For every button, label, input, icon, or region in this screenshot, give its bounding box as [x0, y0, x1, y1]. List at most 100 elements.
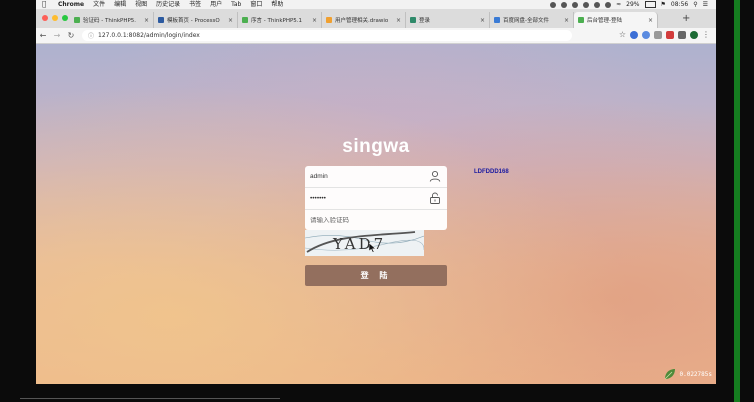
password-input[interactable] — [310, 195, 420, 202]
menu-history[interactable]: 历史记录 — [156, 0, 180, 9]
apple-icon[interactable]:  — [42, 0, 50, 9]
battery-percent[interactable]: 29% — [626, 0, 639, 9]
username-row — [305, 166, 447, 188]
tab-favicon-icon — [494, 17, 500, 23]
tab-favicon-icon — [578, 17, 584, 23]
password-row — [305, 188, 447, 210]
brand-title: singwa — [342, 136, 410, 157]
menu-people[interactable]: 用户 — [210, 0, 222, 9]
login-button[interactable]: 登 陆 — [305, 265, 447, 286]
menu-help[interactable]: 帮助 — [271, 0, 283, 9]
menu-window[interactable]: 窗口 — [250, 0, 262, 9]
tab-strip: 验证码 - ThinkPHP5. × 模板首页 - ProcessO × 序言 - Th… — [36, 9, 716, 29]
clock-time[interactable]: 08:56 — [671, 0, 688, 9]
profile-avatar[interactable] — [690, 31, 698, 39]
bottom-divider — [20, 398, 280, 399]
new-tab-button[interactable]: + — [682, 13, 690, 25]
status-icon[interactable] — [583, 1, 590, 8]
captcha-graphic: YAD7 — [305, 231, 424, 253]
browser-tab[interactable]: 用户管理相关.drawio × — [322, 12, 406, 28]
extension-icon[interactable] — [666, 31, 674, 39]
status-icon[interactable] — [572, 1, 579, 8]
tab-label: 验证码 - ThinkPHP5. — [83, 18, 137, 24]
captcha-input[interactable] — [310, 217, 420, 224]
status-icon[interactable] — [605, 1, 612, 8]
minimize-window-button[interactable] — [52, 15, 58, 21]
tab-favicon-icon — [326, 17, 332, 23]
tab-close-icon[interactable]: × — [144, 17, 149, 24]
menu-bookmarks[interactable]: 书签 — [189, 0, 201, 9]
tab-label: 百度网盘-全部文件 — [503, 18, 549, 24]
extension-icon[interactable] — [630, 31, 638, 39]
browser-tab[interactable]: 后台管理-登陆 × — [574, 12, 658, 28]
tab-label: 模板首页 - ProcessO — [167, 18, 220, 24]
extensions: ☆ ⋮ — [619, 31, 710, 39]
flag-icon[interactable]: ⚑ — [661, 0, 666, 9]
page-content: singwa LDFDDD168 — [36, 44, 716, 384]
menu-list-icon[interactable]: ☰ — [703, 0, 708, 9]
close-window-button[interactable] — [42, 15, 48, 21]
captcha-row — [305, 210, 447, 231]
screen:  Chrome 文件 编辑 视图 历史记录 书签 用户 Tab 窗口 帮助 ≈… — [36, 0, 716, 384]
browser-toolbar: ← → ↻ ⓘ 127.0.0.1:8082/admin/login/index… — [36, 28, 716, 44]
mouse-cursor-icon — [369, 243, 377, 253]
extension-icon[interactable] — [654, 31, 662, 39]
info-icon[interactable]: ⓘ — [88, 31, 94, 40]
tab-close-icon[interactable]: × — [396, 17, 401, 24]
status-icon[interactable] — [561, 1, 568, 8]
menu-bar:  Chrome 文件 编辑 视图 历史记录 书签 用户 Tab 窗口 帮助 ≈… — [36, 0, 716, 9]
status-icon[interactable] — [594, 1, 601, 8]
browser-tab[interactable]: 验证码 - ThinkPHP5. × — [70, 12, 154, 28]
thinkphp-trace-icon — [665, 369, 676, 380]
page-trace-timer[interactable]: 0.022785s — [664, 368, 712, 380]
extension-icon[interactable] — [642, 31, 650, 39]
tab-close-icon[interactable]: × — [480, 17, 485, 24]
tab-label: 用户管理相关.drawio — [335, 18, 389, 24]
tab-close-icon[interactable]: × — [228, 17, 233, 24]
captcha-image[interactable]: YAD7 — [305, 230, 424, 256]
user-icon — [429, 170, 441, 182]
green-side-bar — [734, 0, 740, 402]
menu-app-name[interactable]: Chrome — [58, 0, 84, 9]
wifi-icon[interactable]: ≈ — [616, 0, 621, 9]
tab-label: 序言 - ThinkPHP5.1 — [251, 18, 303, 24]
captcha-code-text: LDFDDD168 — [474, 169, 509, 175]
browser-tab[interactable]: 模板首页 - ProcessO × — [154, 12, 238, 28]
forward-icon[interactable]: → — [50, 31, 64, 40]
tab-favicon-icon — [74, 17, 80, 23]
tab-close-icon[interactable]: × — [312, 17, 317, 24]
browser-tab[interactable]: 登录 × — [406, 12, 490, 28]
url-text[interactable]: 127.0.0.1:8082/admin/login/index — [98, 32, 200, 39]
search-icon[interactable]: ⚲ — [693, 0, 697, 9]
tab-favicon-icon — [158, 17, 164, 23]
tab-close-icon[interactable]: × — [564, 17, 569, 24]
more-menu-icon[interactable]: ⋮ — [702, 31, 710, 39]
extension-icon[interactable] — [678, 31, 686, 39]
browser-tab[interactable]: 序言 - ThinkPHP5.1 × — [238, 12, 322, 28]
menu-tab[interactable]: Tab — [231, 0, 241, 9]
address-bar[interactable]: ⓘ 127.0.0.1:8082/admin/login/index — [82, 30, 572, 41]
tab-list: 验证码 - ThinkPHP5. × 模板首页 - ProcessO × 序言 - Th… — [70, 12, 658, 28]
window-controls — [42, 15, 68, 21]
username-input[interactable] — [310, 173, 420, 180]
status-icon[interactable] — [550, 1, 557, 8]
tab-close-icon[interactable]: × — [648, 17, 653, 24]
menu-edit[interactable]: 编辑 — [114, 0, 126, 9]
lock-icon — [430, 192, 440, 204]
battery-icon[interactable] — [644, 1, 656, 8]
tab-favicon-icon — [410, 17, 416, 23]
status-area: ≈ 29% ⚑ 08:56 ⚲ ☰ — [550, 0, 708, 9]
captcha-image-text: YAD7 — [332, 235, 386, 253]
menu-file[interactable]: 文件 — [93, 0, 105, 9]
star-icon[interactable]: ☆ — [619, 31, 626, 39]
zoom-window-button[interactable] — [62, 15, 68, 21]
timer-value: 0.022785s — [679, 370, 712, 378]
login-form — [305, 166, 447, 230]
tab-favicon-icon — [242, 17, 248, 23]
tab-label: 后台管理-登陆 — [587, 18, 622, 24]
tab-label: 登录 — [419, 18, 431, 24]
reload-icon[interactable]: ↻ — [64, 31, 78, 40]
menu-view[interactable]: 视图 — [135, 0, 147, 9]
browser-tab[interactable]: 百度网盘-全部文件 × — [490, 12, 574, 28]
back-icon[interactable]: ← — [36, 31, 50, 40]
